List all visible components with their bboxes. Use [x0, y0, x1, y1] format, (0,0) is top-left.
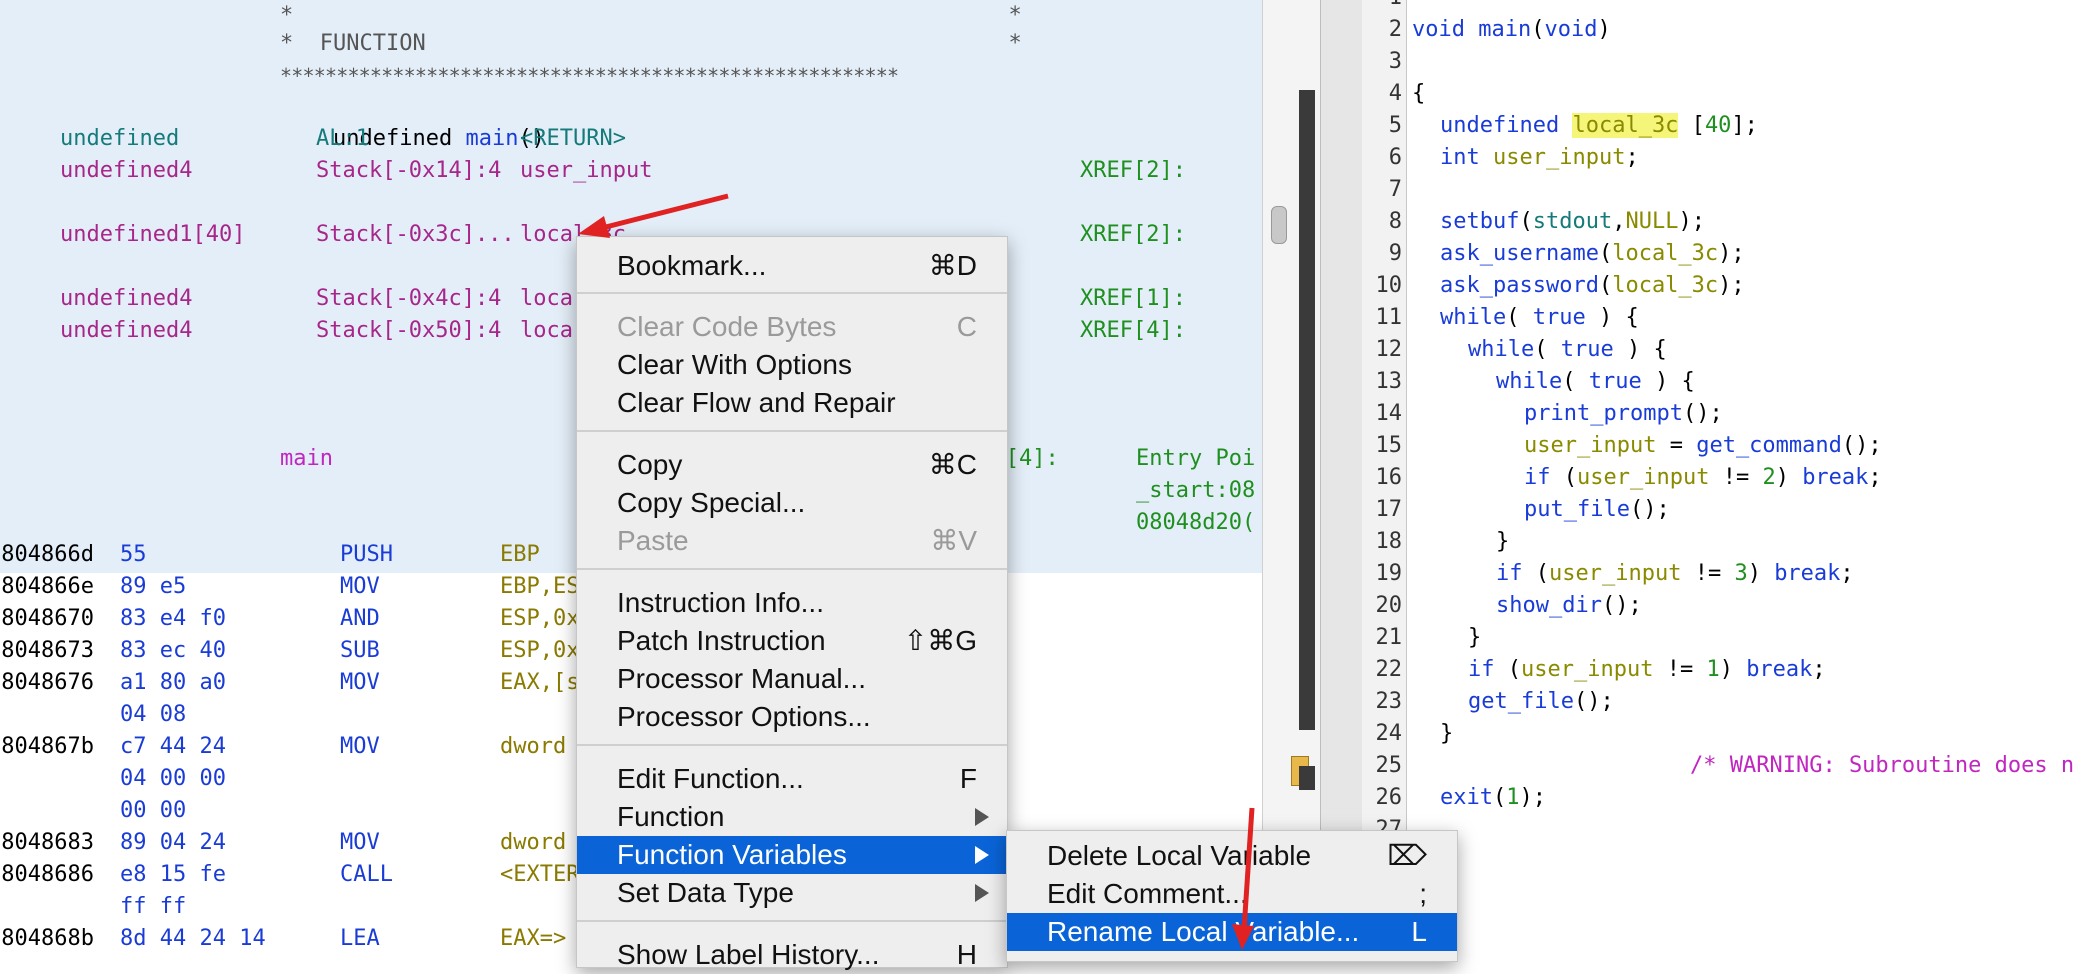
red-arrow-icon	[578, 193, 729, 238]
red-arrow-icon	[1232, 807, 1255, 950]
annotation-arrows	[578, 193, 1255, 950]
